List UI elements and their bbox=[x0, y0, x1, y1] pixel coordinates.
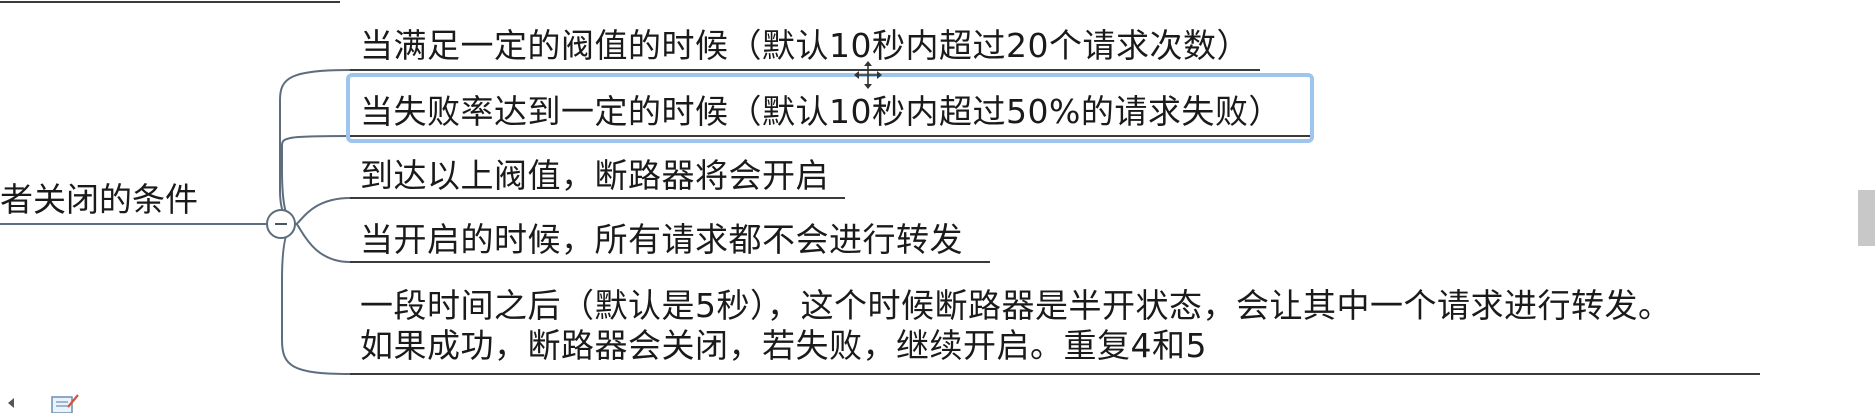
vertical-scrollbar[interactable] bbox=[1858, 190, 1875, 246]
child-topic-5-line-1: 一段时间之后（默认是5秒），这个时候断路器是半开状态，会让其中一个请求进行转发。 bbox=[360, 286, 1672, 325]
branch-connector-2 bbox=[281, 135, 351, 225]
child-topic-4[interactable]: 当开启的时候，所有请求都不会进行转发 bbox=[360, 220, 963, 260]
child-topic-1[interactable]: 当满足一定的阀值的时候（默认10秒内超过20个请求次数） bbox=[360, 26, 1250, 66]
note-edit-icon[interactable] bbox=[50, 393, 80, 413]
move-cursor-icon bbox=[854, 61, 882, 89]
child-topic-2[interactable]: 当失败率达到一定的时候（默认10秒内超过50%的请求失败） bbox=[360, 92, 1282, 132]
branch-connector-5 bbox=[281, 223, 351, 375]
branch-connector-4 bbox=[295, 223, 351, 263]
collapse-icon[interactable] bbox=[266, 209, 296, 239]
caret-left-icon[interactable] bbox=[4, 396, 18, 410]
mind-map-canvas: 者关闭的条件 当满足一定的阀值的时候（默认10秒内超过20个请求次数） 当失败率… bbox=[0, 0, 1875, 413]
branch-connector-3 bbox=[295, 197, 351, 225]
child-topic-5[interactable]: 一段时间之后（默认是5秒），这个时候断路器是半开状态，会让其中一个请求进行转发。… bbox=[360, 286, 1672, 366]
branch-connector-1 bbox=[279, 69, 351, 225]
child-topic-3[interactable]: 到达以上阀值，断路器将会开启 bbox=[360, 156, 829, 196]
parent-topic[interactable]: 者关闭的条件 bbox=[0, 180, 198, 220]
child-topic-5-line-2: 如果成功，断路器会关闭，若失败，继续开启。重复4和5 bbox=[360, 326, 1207, 365]
